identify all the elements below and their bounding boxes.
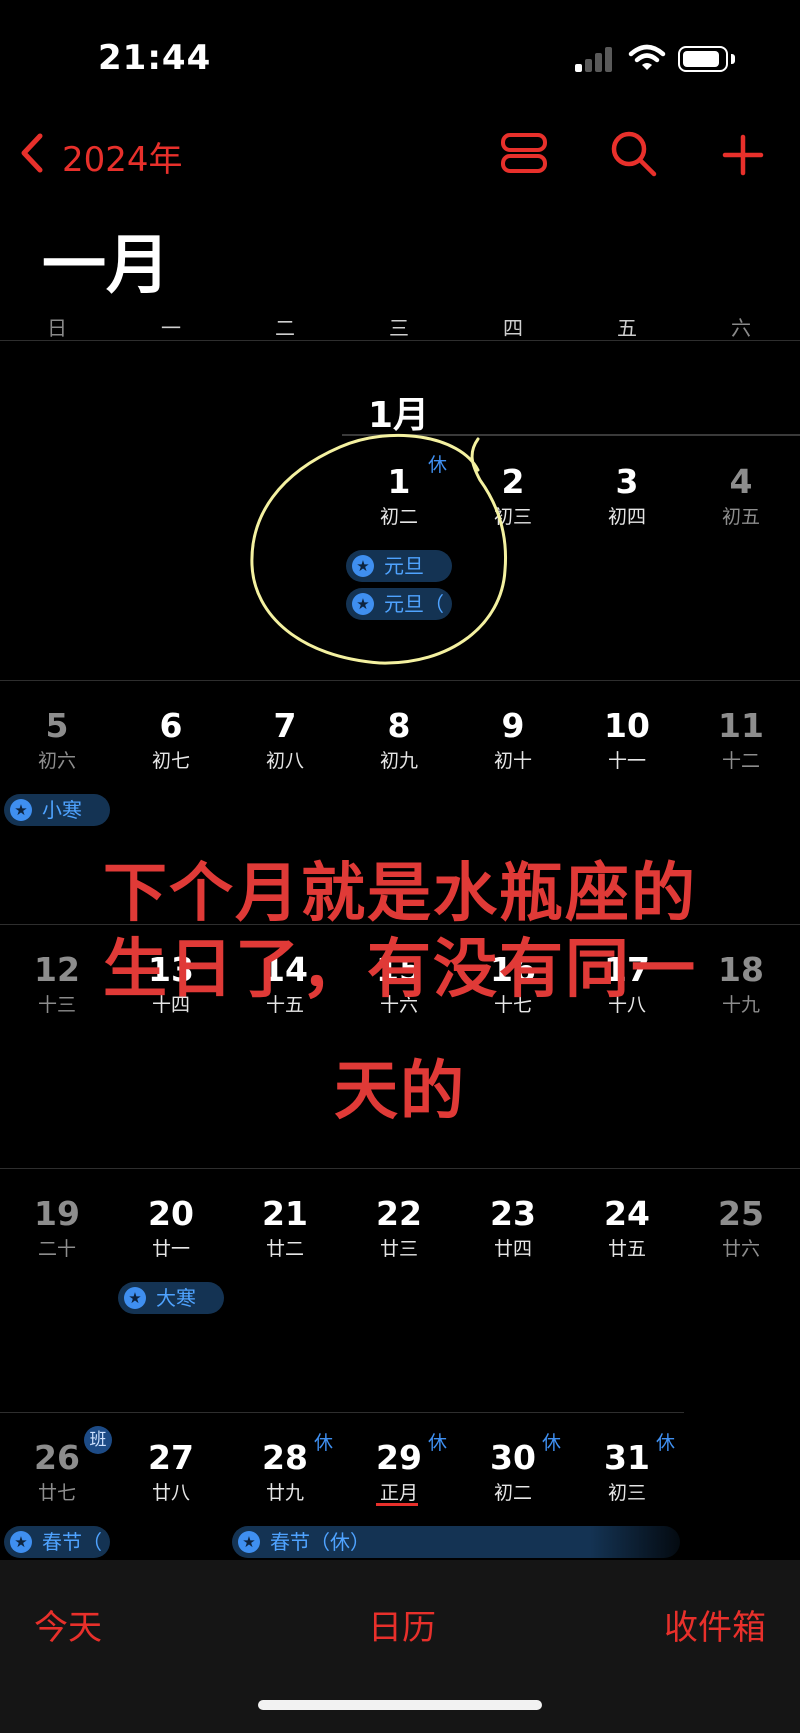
weekday-thu: 四 — [503, 316, 523, 340]
today-button[interactable]: 今天 — [34, 1600, 102, 1649]
day-3[interactable]: 3 — [570, 462, 684, 501]
day-26[interactable]: 26 — [0, 1438, 114, 1477]
lunar-day: 廿四 — [493, 1238, 532, 1260]
lunar-day: 二十 — [37, 1238, 76, 1260]
overlay-caption-line-1: 下个月就是水瓶座的 — [103, 857, 697, 931]
day-31[interactable]: 31 — [570, 1438, 684, 1477]
back-chevron-icon[interactable] — [18, 133, 46, 173]
day-5[interactable]: 5 — [0, 706, 114, 745]
event-chunjie-holiday[interactable]: ★ 春节（休） — [232, 1526, 680, 1558]
hand-drawn-circle-annotation — [250, 433, 508, 665]
battery-tip — [731, 54, 735, 64]
day-20[interactable]: 20 — [114, 1194, 228, 1233]
day-23[interactable]: 23 — [456, 1194, 570, 1233]
lunar-day: 廿六 — [721, 1238, 760, 1260]
month-title: 一月 — [42, 229, 170, 303]
day-27[interactable]: 27 — [114, 1438, 228, 1477]
day-8[interactable]: 8 — [342, 706, 456, 745]
lunar-day: 廿三 — [379, 1238, 418, 1260]
weekday-fri: 五 — [617, 316, 637, 340]
event-label: 大寒 — [156, 1286, 196, 1310]
day-9[interactable]: 9 — [456, 706, 570, 745]
lunar-month-marker — [376, 1503, 418, 1506]
week-divider — [0, 1412, 684, 1413]
day-6[interactable]: 6 — [114, 706, 228, 745]
day-10[interactable]: 10 — [570, 706, 684, 745]
day-30[interactable]: 30 — [456, 1438, 570, 1477]
add-event-icon[interactable] — [722, 134, 764, 176]
day-24[interactable]: 24 — [570, 1194, 684, 1233]
event-xiaohan[interactable]: ★ 小寒 — [4, 794, 110, 826]
day-7[interactable]: 7 — [228, 706, 342, 745]
star-icon: ★ — [10, 1531, 32, 1553]
day-28[interactable]: 28 — [228, 1438, 342, 1477]
star-icon: ★ — [124, 1287, 146, 1309]
search-icon[interactable] — [610, 130, 658, 178]
day-29-today[interactable]: 29 — [342, 1438, 456, 1477]
weekday-sat: 六 — [731, 316, 751, 340]
list-view-icon[interactable] — [500, 132, 548, 174]
lunar-day: 初四 — [607, 506, 646, 528]
lunar-day: 廿八 — [151, 1482, 190, 1504]
back-year-button[interactable]: 2024年 — [62, 132, 183, 181]
header-divider — [0, 340, 800, 341]
day-22[interactable]: 22 — [342, 1194, 456, 1233]
weekday-mon: 一 — [161, 316, 181, 340]
wifi-icon — [628, 44, 666, 70]
lunar-day: 初三 — [607, 1482, 646, 1504]
week-divider — [0, 680, 800, 681]
day-11[interactable]: 11 — [684, 706, 798, 745]
inbox-button[interactable]: 收件箱 — [664, 1600, 766, 1649]
event-dahan[interactable]: ★ 大寒 — [118, 1282, 224, 1314]
lunar-day: 初五 — [721, 506, 760, 528]
day-19[interactable]: 19 — [0, 1194, 114, 1233]
cellular-signal-icon — [575, 46, 615, 72]
day-4[interactable]: 4 — [684, 462, 798, 501]
day-21[interactable]: 21 — [228, 1194, 342, 1233]
lunar-day: 廿二 — [265, 1238, 304, 1260]
lunar-day: 廿五 — [607, 1238, 646, 1260]
week-divider — [0, 1168, 800, 1169]
event-label: 春节（休） — [270, 1530, 370, 1554]
event-chunjie[interactable]: ★ 春节（ — [4, 1526, 110, 1558]
star-icon: ★ — [10, 799, 32, 821]
overlay-caption-line-2: 生日了，有没有同一 — [103, 933, 697, 1007]
status-time: 21:44 — [98, 38, 212, 78]
event-label: 小寒 — [42, 798, 82, 822]
lunar-day: 廿七 — [37, 1482, 76, 1504]
lunar-day: 正月 — [379, 1482, 418, 1504]
home-indicator — [258, 1700, 542, 1710]
lunar-day: 十一 — [607, 750, 646, 772]
lunar-day: 十二 — [721, 750, 760, 772]
weekday-tue: 二 — [275, 316, 295, 340]
weekday-wed: 三 — [389, 316, 409, 340]
calendars-button[interactable]: 日历 — [368, 1600, 436, 1649]
weekday-sun: 日 — [47, 316, 67, 340]
lunar-day: 初七 — [151, 750, 190, 772]
lunar-day: 初九 — [379, 750, 418, 772]
lunar-day: 廿一 — [151, 1238, 190, 1260]
lunar-day: 初十 — [493, 750, 532, 772]
day-25[interactable]: 25 — [684, 1194, 798, 1233]
lunar-day: 初二 — [493, 1482, 532, 1504]
lunar-day: 廿九 — [265, 1482, 304, 1504]
star-icon: ★ — [238, 1531, 260, 1553]
overlay-caption-line-3: 天的 — [334, 1055, 466, 1129]
event-label: 春节（ — [42, 1530, 102, 1554]
lunar-day: 初八 — [265, 750, 304, 772]
battery-icon — [678, 46, 728, 72]
lunar-day: 初六 — [37, 750, 76, 772]
